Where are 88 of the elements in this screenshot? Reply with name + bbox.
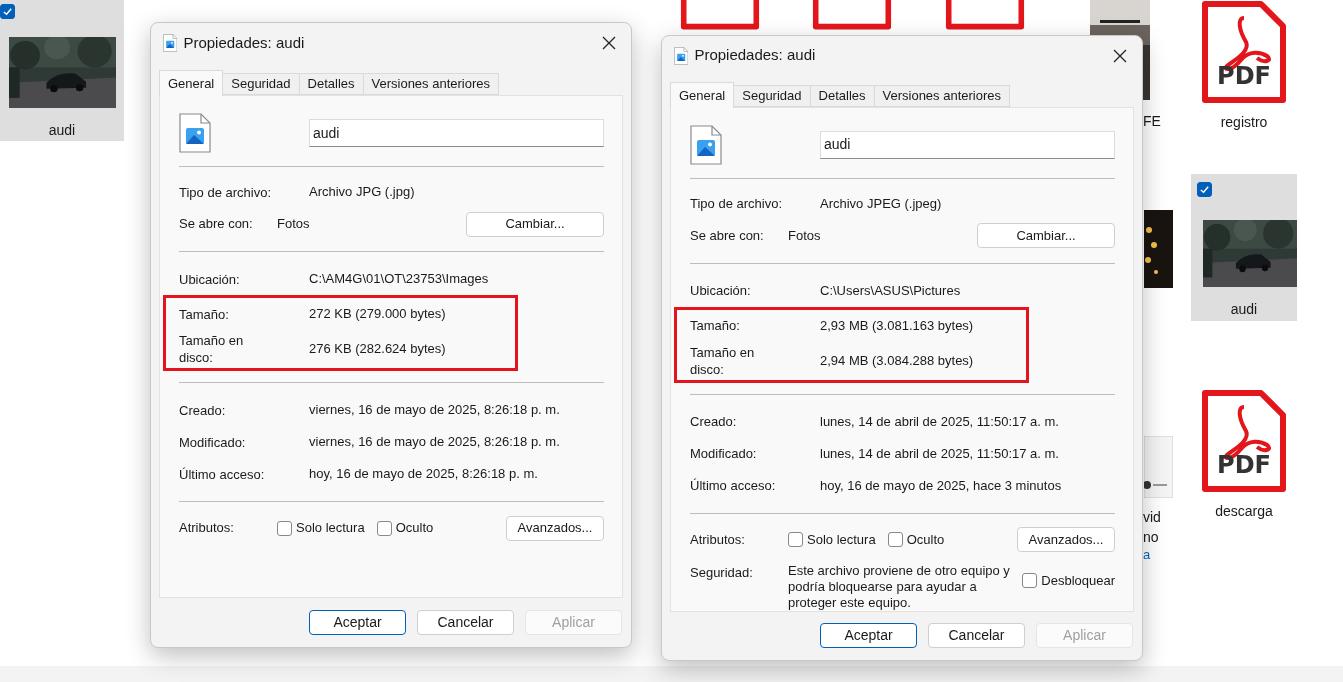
field-label: Tipo de archivo: bbox=[690, 195, 783, 213]
image-file-icon bbox=[674, 46, 689, 65]
dialog-button[interactable]: Cancelar bbox=[417, 610, 514, 635]
file-name: audi bbox=[48, 121, 76, 140]
tab[interactable]: Seguridad bbox=[733, 84, 811, 107]
file-tile[interactable]: audi bbox=[0, 0, 124, 141]
file-tile[interactable]: PDF registro bbox=[1191, 0, 1297, 133]
field-value: lunes, 14 de abril de 2025, 11:50:17 a. m. bbox=[820, 413, 1059, 432]
advanced-button[interactable]: Avanzados... bbox=[506, 515, 604, 541]
field-value: hoy, 16 de mayo de 2025, 8:26:18 p. m. bbox=[309, 465, 538, 484]
dialog-button[interactable]: Cancelar bbox=[928, 623, 1025, 649]
field-label: Tamaño: bbox=[179, 305, 230, 323]
dialog-button[interactable]: Aceptar bbox=[309, 610, 406, 635]
checkbox[interactable] bbox=[1197, 182, 1212, 197]
file-name: registro bbox=[1220, 113, 1268, 132]
field-label: Creado: bbox=[179, 401, 227, 419]
file-name: a bbox=[1143, 546, 1151, 564]
field-label: Seguridad: bbox=[690, 563, 754, 582]
name-field[interactable]: audi bbox=[820, 130, 1115, 159]
checkbox-label: Oculto bbox=[395, 519, 434, 538]
field-label: Ubicación: bbox=[179, 270, 241, 288]
tab[interactable]: Detalles bbox=[298, 73, 364, 95]
field-label: Modificado: bbox=[179, 433, 247, 451]
tab[interactable]: Seguridad bbox=[222, 73, 300, 95]
field-label: Atributos: bbox=[179, 519, 235, 538]
field-value: 272 KB (279.000 bytes) bbox=[309, 305, 446, 324]
advanced-button[interactable]: Avanzados... bbox=[1017, 527, 1115, 553]
file-name: FE bbox=[1143, 112, 1161, 131]
name-field[interactable]: audi bbox=[309, 119, 604, 147]
change-button[interactable]: Cambiar... bbox=[977, 223, 1115, 249]
file-name: audi bbox=[1230, 300, 1258, 319]
field-value: C:\AM4G\01\OT\23753\Images bbox=[309, 270, 489, 289]
tab[interactable]: General bbox=[670, 81, 735, 108]
image-file-icon bbox=[179, 113, 211, 153]
field-value: 276 KB (282.624 bytes) bbox=[309, 340, 446, 359]
tab[interactable]: General bbox=[159, 70, 224, 96]
field-label: Último acceso: bbox=[690, 477, 777, 495]
file-tile[interactable]: audi bbox=[1191, 174, 1297, 321]
field-value: Fotos bbox=[277, 215, 311, 234]
field-label: Ubicación: bbox=[690, 282, 752, 300]
window-title: Propiedades: audi bbox=[694, 45, 817, 66]
field-value: viernes, 16 de mayo de 2025, 8:26:18 p. m. bbox=[309, 401, 560, 420]
window-title: Propiedades: audi bbox=[183, 32, 306, 53]
image-file-icon bbox=[690, 124, 722, 165]
pdf-label: PDF bbox=[1216, 64, 1272, 88]
field-value: Archivo JPG (.jpg) bbox=[309, 183, 415, 202]
field-value: hoy, 16 de mayo de 2025, hace 3 minutos bbox=[820, 477, 1062, 496]
checkbox[interactable] bbox=[1022, 573, 1038, 589]
field-label: Tamaño en disco: bbox=[179, 332, 245, 366]
tab[interactable]: Detalles bbox=[809, 84, 875, 107]
checkbox-label: Desbloquear bbox=[1041, 571, 1115, 590]
tab[interactable]: Versiones anteriores bbox=[873, 84, 1010, 107]
field-label: Atributos: bbox=[690, 531, 746, 550]
field-value: 2,94 MB (3.084.288 bytes) bbox=[820, 352, 974, 371]
checkmark-icon bbox=[1199, 184, 1210, 195]
field-value: viernes, 16 de mayo de 2025, 8:26:18 p. m. bbox=[309, 433, 560, 452]
change-button[interactable]: Cambiar... bbox=[466, 211, 604, 237]
field-label: Tipo de archivo: bbox=[179, 183, 272, 201]
checkmark-icon bbox=[2, 6, 13, 17]
field-label: Último acceso: bbox=[179, 465, 266, 483]
checkbox[interactable] bbox=[788, 532, 803, 548]
pdf-label: PDF bbox=[1216, 453, 1272, 477]
checkbox-label: Solo lectura bbox=[807, 531, 876, 550]
field-label: Modificado: bbox=[690, 445, 758, 463]
dialog-button[interactable]: Aceptar bbox=[820, 623, 917, 649]
file-name: descarga bbox=[1215, 502, 1273, 521]
file-name: vid bbox=[1143, 508, 1161, 527]
checkbox[interactable] bbox=[887, 532, 903, 548]
checkbox[interactable] bbox=[376, 520, 392, 536]
field-value: 2,93 MB (3.081.163 bytes) bbox=[820, 317, 974, 336]
file-tile[interactable]: PDF descarga bbox=[1191, 389, 1297, 522]
field-label: Se abre con: bbox=[690, 227, 765, 246]
security-note: Este archivo proviene de otro equipo y podría bloquearse para ayudar a proteger este equipo. bbox=[788, 562, 1011, 611]
checkbox-label: Oculto bbox=[906, 531, 945, 550]
checkbox[interactable] bbox=[0, 4, 15, 19]
checkbox[interactable] bbox=[277, 520, 292, 536]
field-value: lunes, 14 de abril de 2025, 11:50:17 a. m. bbox=[820, 445, 1059, 464]
field-label: Tamaño en disco: bbox=[690, 343, 756, 378]
checkbox-label: Solo lectura bbox=[296, 519, 365, 538]
field-value: Fotos bbox=[788, 227, 822, 246]
tab[interactable]: Versiones anteriores bbox=[362, 73, 499, 95]
field-value: C:\Users\ASUS\Pictures bbox=[820, 282, 961, 301]
field-label: Tamaño: bbox=[690, 317, 741, 335]
field-value: Archivo JPEG (.jpeg) bbox=[820, 195, 942, 214]
file-name: no bbox=[1143, 528, 1159, 547]
field-label: Se abre con: bbox=[179, 215, 254, 234]
field-label: Creado: bbox=[690, 413, 738, 431]
image-file-icon bbox=[163, 34, 178, 52]
